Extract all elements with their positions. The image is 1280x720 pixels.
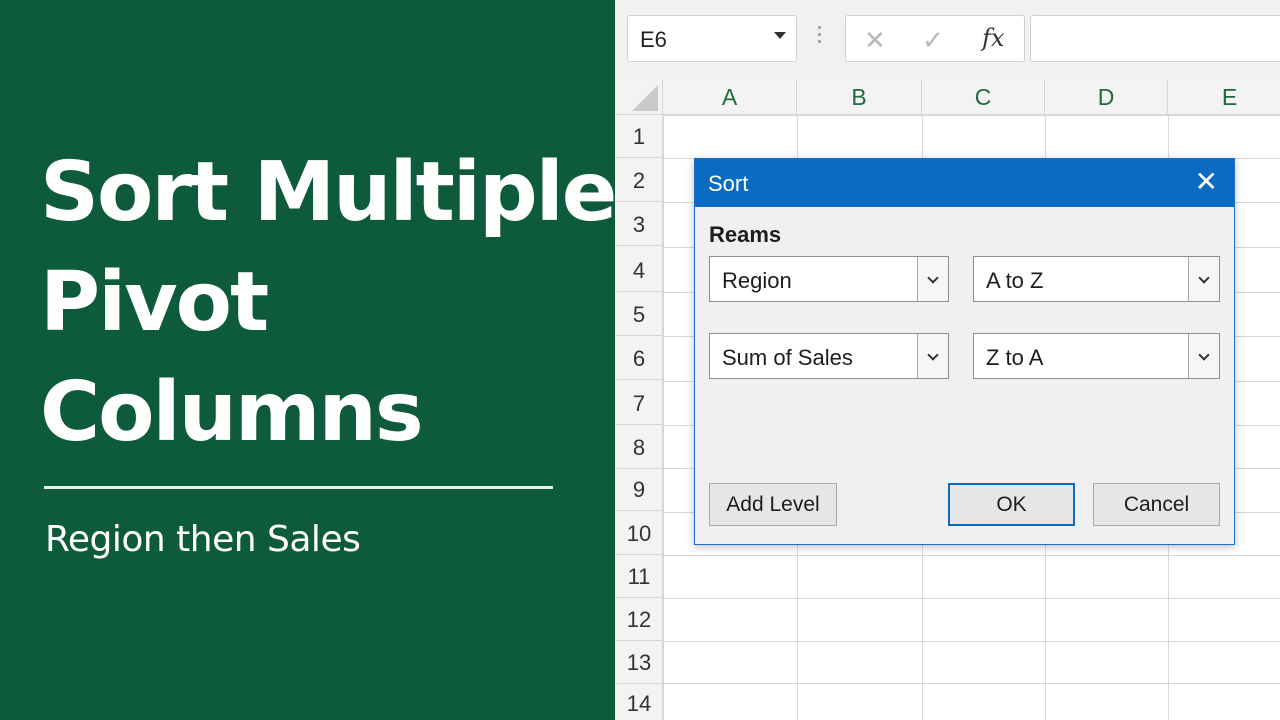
column-header-a[interactable]: A xyxy=(663,80,797,115)
row-header-10[interactable]: 10 xyxy=(615,512,663,555)
row-header-1[interactable]: 1 xyxy=(615,115,663,158)
formula-bar-grip-icon xyxy=(818,26,822,50)
chevron-down-icon[interactable] xyxy=(917,257,948,301)
then-by-column-select[interactable]: Sum of Sales xyxy=(709,333,949,379)
sort-by-order-value: A to Z xyxy=(986,268,1044,293)
row-header-6[interactable]: 6 xyxy=(615,337,663,380)
title-line-3: Columns xyxy=(40,365,424,460)
row-header-7[interactable]: 7 xyxy=(615,382,663,425)
x-icon[interactable]: ✕ xyxy=(864,25,886,56)
insert-function-icon[interactable]: fx xyxy=(982,24,1004,52)
chevron-down-icon[interactable] xyxy=(1188,334,1219,378)
name-box[interactable]: E6 xyxy=(627,15,797,62)
row-header-4[interactable]: 4 xyxy=(615,249,663,292)
formula-bar-buttons: ✕ ✓ fx xyxy=(845,15,1025,62)
row-header-8[interactable]: 8 xyxy=(615,426,663,469)
then-by-order-value: Z to A xyxy=(986,345,1044,370)
gridline xyxy=(663,555,1280,556)
sort-by-column-value: Region xyxy=(722,268,792,293)
chevron-down-icon[interactable] xyxy=(1188,257,1219,301)
gridline xyxy=(663,598,1280,599)
formula-input[interactable] xyxy=(1030,15,1280,62)
column-headers: A B C D E xyxy=(615,80,1280,115)
then-by-order-select[interactable]: Z to A xyxy=(973,333,1220,379)
row-header-12[interactable]: 12 xyxy=(615,598,663,641)
row-header-2[interactable]: 2 xyxy=(615,159,663,202)
name-box-value: E6 xyxy=(640,27,667,52)
sort-by-column-select[interactable]: Region xyxy=(709,256,949,302)
title-divider xyxy=(44,486,553,489)
row-headers: 1 2 3 4 5 6 7 8 9 10 11 12 13 14 xyxy=(615,115,663,720)
row-header-14[interactable]: 14 xyxy=(615,682,663,720)
sort-by-order-select[interactable]: A to Z xyxy=(973,256,1220,302)
row-header-3[interactable]: 3 xyxy=(615,203,663,246)
dialog-titlebar[interactable]: Sort ✕ xyxy=(695,159,1234,207)
then-by-column-value: Sum of Sales xyxy=(722,345,853,370)
gridline xyxy=(663,683,1280,684)
row-header-11[interactable]: 11 xyxy=(615,555,663,598)
column-header-e[interactable]: E xyxy=(1168,80,1280,115)
row-header-9[interactable]: 9 xyxy=(615,468,663,511)
gridline xyxy=(663,641,1280,642)
sort-group-label: Reams xyxy=(709,222,782,247)
name-box-dropdown-icon[interactable] xyxy=(774,32,786,39)
sort-dialog: Sort ✕ Reams Region A to Z Sum of Sales … xyxy=(694,158,1235,545)
check-icon[interactable]: ✓ xyxy=(922,25,944,56)
cancel-button[interactable]: Cancel xyxy=(1093,483,1220,526)
title-line-1: Sort Multiple xyxy=(40,145,617,240)
column-header-c[interactable]: C xyxy=(922,80,1045,115)
page-subtitle: Region then Sales xyxy=(45,519,361,560)
column-header-d[interactable]: D xyxy=(1045,80,1168,115)
select-all-corner[interactable] xyxy=(615,80,663,115)
formula-bar: E6 ✕ ✓ fx xyxy=(615,0,1280,80)
title-panel: Sort Multiple Pivot Columns Region then … xyxy=(0,0,617,720)
add-level-button[interactable]: Add Level xyxy=(709,483,837,526)
chevron-down-icon[interactable] xyxy=(917,334,948,378)
row-header-13[interactable]: 13 xyxy=(615,641,663,684)
title-line-2: Pivot xyxy=(40,255,269,350)
close-icon[interactable]: ✕ xyxy=(1195,168,1218,196)
ok-button[interactable]: OK xyxy=(948,483,1075,526)
row-header-5[interactable]: 5 xyxy=(615,293,663,336)
dialog-title: Sort xyxy=(708,171,749,196)
page-title: Sort Multiple Pivot Columns xyxy=(40,138,617,468)
column-header-b[interactable]: B xyxy=(797,80,922,115)
